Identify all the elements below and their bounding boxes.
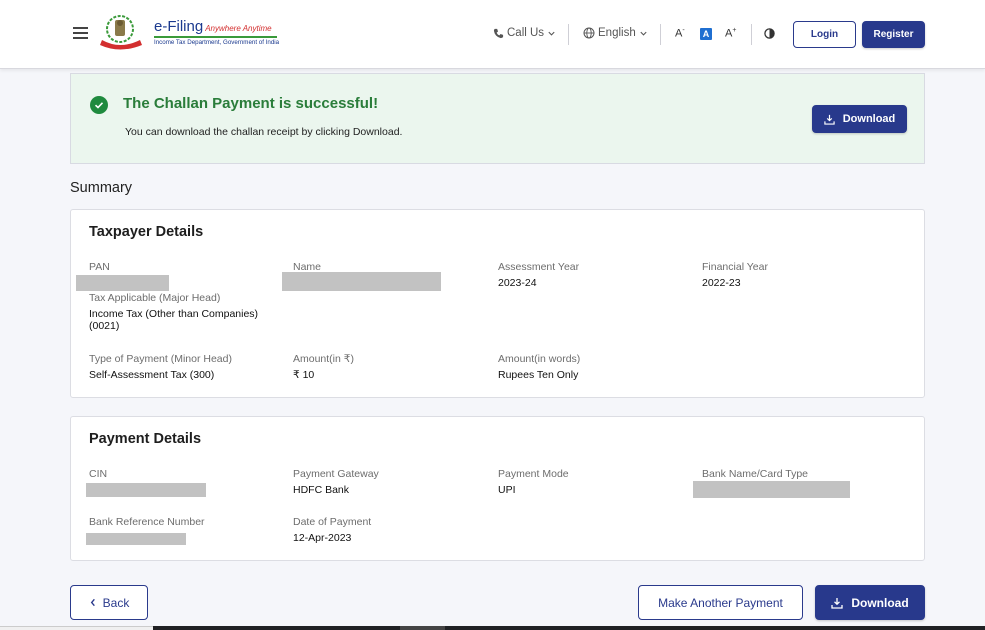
field-label: CIN	[89, 468, 108, 480]
check-circle-icon	[90, 96, 108, 114]
font-decrease-button[interactable]: A-	[675, 27, 685, 40]
field-tax-applicable: Tax Applicable (Major Head) Income Tax (…	[89, 292, 274, 332]
logo-divider	[154, 36, 277, 38]
name-redacted	[282, 272, 441, 291]
back-button[interactable]: Back	[70, 585, 148, 620]
field-type-of-payment: Type of Payment (Minor Head) Self-Assess…	[89, 353, 279, 381]
contrast-icon[interactable]	[764, 28, 775, 39]
success-subtitle: You can download the challan receipt by …	[125, 126, 403, 138]
field-label: Bank Reference Number	[89, 516, 205, 528]
field-value: Self-Assessment Tax (300)	[89, 369, 215, 381]
field-date-of-payment: Date of Payment 12-Apr-2023	[293, 516, 483, 544]
make-another-payment-button[interactable]: Make Another Payment	[638, 585, 803, 620]
bank-reference-redacted	[86, 533, 186, 545]
field-financial-year: Financial Year 2022-23	[702, 261, 892, 289]
field-assessment-year: Assessment Year 2023-24	[498, 261, 688, 289]
bottom-strip	[0, 626, 985, 630]
field-bank-reference: Bank Reference Number	[89, 516, 279, 529]
logo-tagline: Anywhere Anytime	[205, 24, 272, 33]
divider	[568, 24, 569, 45]
success-banner: The Challan Payment is successful! You c…	[70, 73, 925, 164]
payment-details-card: Payment Details CIN Payment Gateway HDFC…	[70, 416, 925, 561]
field-label: PAN	[89, 261, 110, 273]
register-button[interactable]: Register	[862, 21, 925, 48]
chevron-down-icon	[548, 31, 555, 36]
globe-icon	[583, 27, 595, 39]
logo-subtitle: Income Tax Department, Government of Ind…	[154, 39, 280, 46]
payment-details-title: Payment Details	[89, 431, 202, 447]
field-value: Income Tax (Other than Companies) (0021)	[89, 308, 259, 332]
download-label: Download	[851, 595, 909, 610]
cin-redacted	[86, 483, 206, 497]
field-label: Financial Year	[702, 261, 768, 273]
field-payment-gateway: Payment Gateway HDFC Bank	[293, 468, 483, 496]
chevron-down-icon	[640, 31, 647, 36]
field-label: Payment Gateway	[293, 468, 379, 480]
download-icon	[824, 114, 835, 125]
field-value: 12-Apr-2023	[293, 532, 352, 544]
chevron-left-icon	[90, 598, 95, 607]
taxpayer-details-card: Taxpayer Details PAN Name Assessment Yea…	[70, 209, 925, 398]
field-label: Tax Applicable (Major Head)	[89, 292, 221, 304]
pan-redacted	[76, 275, 169, 291]
field-value: 2023-24	[498, 277, 537, 289]
download-icon	[831, 597, 843, 609]
efiling-logo[interactable]: e-Filing Anywhere Anytime Income Tax Depa…	[100, 14, 280, 54]
field-value: HDFC Bank	[293, 484, 350, 496]
field-bank-name: Bank Name/Card Type	[702, 468, 892, 481]
field-label: Type of Payment (Minor Head)	[89, 353, 232, 365]
bank-name-redacted	[693, 481, 850, 498]
taxpayer-details-title: Taxpayer Details	[89, 224, 204, 240]
field-label: Assessment Year	[498, 261, 580, 273]
language-dropdown[interactable]: English	[583, 27, 648, 39]
top-header: e-Filing Anywhere Anytime Income Tax Depa…	[0, 0, 985, 69]
field-amount: Amount(in ₹) ₹ 10	[293, 353, 483, 381]
field-value: ₹ 10	[293, 369, 315, 381]
font-normal-button[interactable]: A	[700, 28, 712, 40]
logo-title: e-Filing Anywhere Anytime	[154, 18, 272, 35]
back-label: Back	[102, 595, 130, 610]
field-pan: PAN	[89, 261, 279, 274]
divider	[660, 24, 661, 45]
divider	[751, 24, 752, 45]
login-button[interactable]: Login	[793, 21, 856, 48]
download-label: Download	[842, 113, 896, 125]
summary-heading: Summary	[70, 180, 133, 196]
hamburger-menu-icon[interactable]	[73, 27, 88, 39]
field-value: UPI	[498, 484, 516, 496]
field-value: 2022-23	[702, 277, 741, 289]
field-label: Payment Mode	[498, 468, 569, 480]
language-label: English	[598, 27, 636, 39]
call-us-dropdown[interactable]: Call Us	[493, 27, 556, 39]
field-value: Rupees Ten Only	[498, 369, 579, 381]
field-label: Bank Name/Card Type	[702, 468, 809, 480]
phone-icon	[493, 28, 504, 38]
download-button[interactable]: Download	[815, 585, 925, 620]
field-label: Amount(in ₹)	[293, 353, 354, 365]
field-label: Date of Payment	[293, 516, 372, 528]
call-us-label: Call Us	[507, 27, 545, 39]
field-label: Amount(in words)	[498, 353, 581, 365]
field-cin: CIN	[89, 468, 279, 481]
success-title: The Challan Payment is successful!	[123, 95, 379, 112]
font-increase-button[interactable]: A+	[725, 27, 736, 40]
emblem-icon	[100, 15, 142, 50]
banner-download-button[interactable]: Download	[812, 105, 907, 133]
field-payment-mode: Payment Mode UPI	[498, 468, 688, 496]
field-amount-in-words: Amount(in words) Rupees Ten Only	[498, 353, 688, 381]
